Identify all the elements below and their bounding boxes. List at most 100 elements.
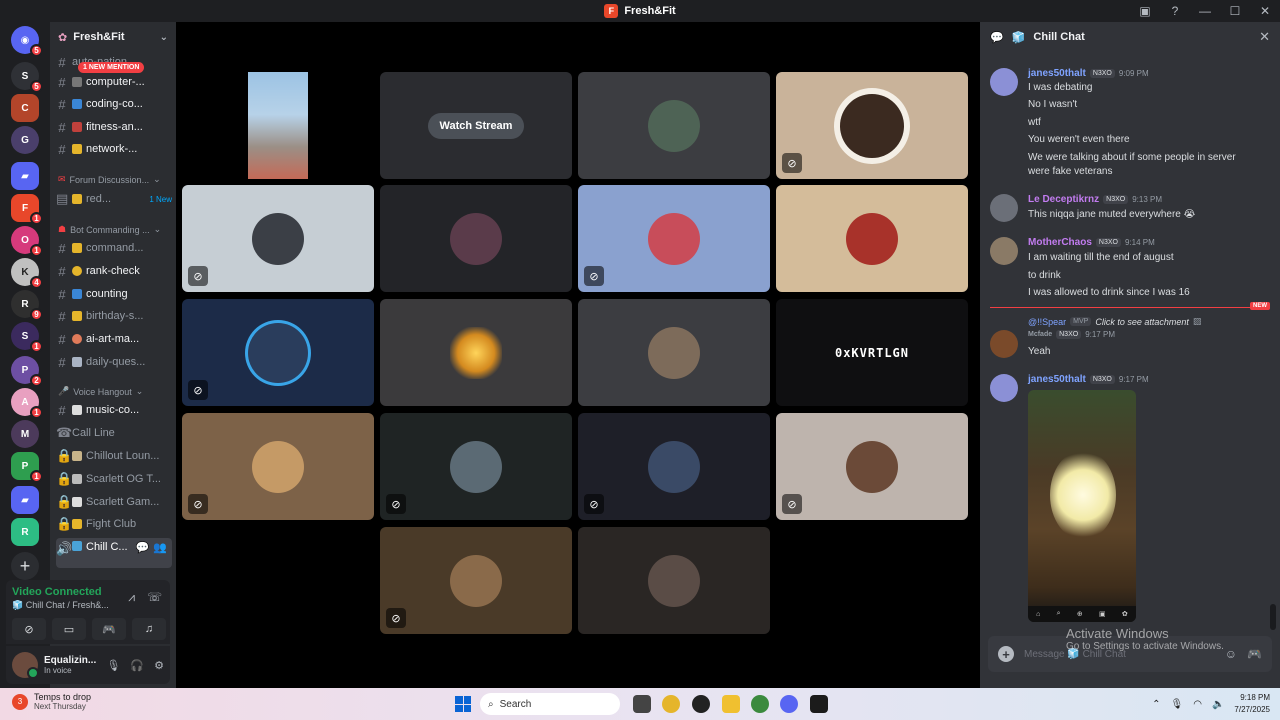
- server-icon[interactable]: A1: [11, 388, 43, 419]
- voice-channel-scarlett-og[interactable]: 🔒 Scarlett OG T...: [56, 469, 172, 489]
- watch-stream-button[interactable]: Watch Stream: [427, 112, 525, 139]
- guild-header[interactable]: ✿ Fresh&Fit ⌄: [50, 22, 176, 52]
- headphones-icon[interactable]: 🎧: [130, 659, 144, 672]
- add-attachment-icon[interactable]: +: [998, 646, 1014, 662]
- video-tile[interactable]: ⊘: [380, 527, 572, 634]
- server-icon[interactable]: O1: [11, 226, 43, 257]
- app-icon[interactable]: [692, 695, 710, 713]
- author-name[interactable]: janes50thalt: [1028, 374, 1086, 385]
- channel-network[interactable]: # network-...: [56, 139, 172, 159]
- server-icon-freshfit[interactable]: F1: [11, 194, 43, 225]
- server-icon-classic[interactable]: C: [11, 94, 39, 122]
- video-tile[interactable]: [182, 72, 374, 179]
- voice-channel-fight-club[interactable]: 🔒 Fight Club: [56, 514, 172, 534]
- author-name[interactable]: janes50thalt: [1028, 68, 1086, 79]
- screen-share-button[interactable]: ▭: [52, 618, 86, 640]
- voice-channel-chill-chat[interactable]: 🔊 Chill C... 💬 👥: [56, 538, 172, 568]
- weather-widget[interactable]: 3 Temps to drop Next Thursday: [12, 692, 91, 711]
- help-icon[interactable]: ?: [1160, 4, 1190, 18]
- wifi-icon[interactable]: ◠: [1193, 699, 1202, 710]
- server-icon[interactable]: R: [11, 518, 39, 546]
- terminal-icon[interactable]: [810, 695, 828, 713]
- server-icon[interactable]: M: [11, 420, 39, 448]
- activities-button[interactable]: 🎮: [92, 618, 126, 640]
- minimize-button[interactable]: —: [1190, 4, 1220, 18]
- settings-gear-icon[interactable]: ⚙: [154, 659, 164, 672]
- chat-scrollbar[interactable]: [1270, 604, 1276, 630]
- start-button-icon[interactable]: [455, 696, 471, 712]
- voice-channel-scarlett-gam[interactable]: 🔒 Scarlett Gam...: [56, 492, 172, 512]
- video-tile[interactable]: ⊘: [182, 413, 374, 520]
- chevron-up-icon[interactable]: ⌃: [1152, 699, 1160, 710]
- clock[interactable]: 9:18 PM 7/27/2025: [1234, 692, 1270, 716]
- avatar[interactable]: [990, 194, 1018, 222]
- gamepad-icon[interactable]: 🎮: [1247, 647, 1262, 661]
- user-info[interactable]: Equalizin... In voice: [44, 655, 96, 675]
- inbox-icon[interactable]: ▣: [1130, 4, 1160, 18]
- channel-music[interactable]: # music-co...: [56, 400, 172, 420]
- stream-tile[interactable]: Watch Stream: [380, 72, 572, 179]
- video-tile[interactable]: ⊘: [182, 299, 374, 406]
- video-tile[interactable]: [578, 527, 770, 634]
- avatar[interactable]: [990, 330, 1018, 358]
- close-chat-button[interactable]: ✕: [1259, 29, 1270, 45]
- noise-suppression-icon[interactable]: ⩘: [128, 590, 135, 605]
- avatar[interactable]: [990, 237, 1018, 265]
- taskbar-search[interactable]: ⌕ Search: [480, 693, 620, 715]
- server-icon[interactable]: S5: [11, 62, 43, 93]
- channel-daily-question[interactable]: # daily-ques...: [56, 352, 172, 372]
- server-icon[interactable]: P2: [11, 356, 43, 387]
- channel-coding[interactable]: # coding-co...: [56, 94, 172, 114]
- video-tile[interactable]: [578, 72, 770, 179]
- reply-preview[interactable]: @!!Spear MVP Click to see attachment ▨: [1028, 316, 1201, 327]
- avatar[interactable]: [990, 374, 1018, 402]
- channel-counting[interactable]: # counting: [56, 284, 172, 304]
- discord-icon[interactable]: [780, 695, 798, 713]
- server-icon[interactable]: R9: [11, 290, 43, 321]
- author-name[interactable]: Le Deceptikrnz: [1028, 194, 1099, 205]
- soundboard-button[interactable]: ♫: [132, 618, 166, 640]
- server-icon[interactable]: S1: [11, 322, 43, 353]
- voice-channel-chillout[interactable]: 🔒 Chillout Loun...: [56, 446, 172, 466]
- avatar[interactable]: [990, 68, 1018, 96]
- file-manager-icon[interactable]: [633, 695, 651, 713]
- add-member-icon[interactable]: 👥: [153, 541, 167, 554]
- folder-icon[interactable]: ▰: [11, 486, 39, 514]
- volume-icon[interactable]: 🔈: [1212, 699, 1224, 710]
- channel-computer[interactable]: # computer-...: [56, 72, 172, 92]
- channel-rank-check[interactable]: # rank-check: [56, 261, 172, 281]
- add-server-icon[interactable]: +: [11, 552, 39, 580]
- folder-icon[interactable]: ▰: [11, 162, 39, 190]
- author-name[interactable]: MotherChaos: [1028, 237, 1092, 248]
- video-tile[interactable]: 0xKVRTLGN: [776, 299, 968, 406]
- avatar[interactable]: [12, 652, 39, 679]
- emoji-icon[interactable]: ☺: [1225, 647, 1237, 661]
- category-forum[interactable]: ✉ Forum Discussion... ⌄: [58, 174, 161, 185]
- server-icon[interactable]: P1: [11, 452, 43, 483]
- video-tile[interactable]: ⊘: [776, 413, 968, 520]
- channel-command[interactable]: # command...: [56, 238, 172, 258]
- chat-bubble-icon[interactable]: 💬: [136, 541, 150, 554]
- video-tile[interactable]: [776, 185, 968, 292]
- video-tile[interactable]: [380, 185, 572, 292]
- category-voice[interactable]: 🎤 Voice Hangout ⌄: [58, 386, 143, 397]
- camera-off-button[interactable]: ⊘: [12, 618, 46, 640]
- chrome-icon[interactable]: [662, 695, 680, 713]
- video-tile[interactable]: ⊘: [578, 185, 770, 292]
- category-bot[interactable]: ☗ Bot Commanding ... ⌄: [58, 224, 161, 235]
- close-window-button[interactable]: ✕: [1250, 4, 1280, 18]
- maximize-button[interactable]: ☐: [1220, 4, 1250, 18]
- channel-birthday[interactable]: # birthday-s...: [56, 306, 172, 326]
- video-tile[interactable]: ⊘: [776, 72, 968, 179]
- channel-ai-art[interactable]: # ai-art-ma...: [56, 329, 172, 349]
- video-tile[interactable]: ⊘: [380, 413, 572, 520]
- microphone-icon[interactable]: 🎙: [1171, 699, 1184, 710]
- channel-forum-red[interactable]: ▤ red... 1 New: [56, 189, 172, 209]
- video-tile[interactable]: [578, 299, 770, 406]
- author-name[interactable]: Mcfade: [1028, 331, 1052, 338]
- discord-home-icon[interactable]: ◉ 5: [11, 26, 43, 57]
- video-tile[interactable]: [380, 299, 572, 406]
- disconnect-icon[interactable]: ☏: [147, 590, 162, 605]
- channel-fitness[interactable]: # fitness-an...: [56, 117, 172, 137]
- server-icon[interactable]: K4: [11, 258, 43, 289]
